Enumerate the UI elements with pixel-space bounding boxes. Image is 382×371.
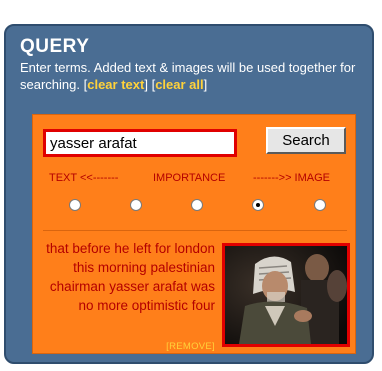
clear-text-link[interactable]: clear text <box>87 77 144 92</box>
query-panel: QUERY Enter terms. Added text & images w… <box>4 24 374 364</box>
clear-all-link[interactable]: clear all <box>155 77 203 92</box>
importance-radio-3[interactable] <box>191 199 203 211</box>
importance-radio-2[interactable] <box>130 199 142 211</box>
search-button[interactable]: Search <box>266 127 346 154</box>
divider <box>43 230 347 231</box>
remove-link[interactable]: [REMOVE] <box>145 341 215 352</box>
importance-scale-labels: TEXT <<------- IMPORTANCE ------->> IMAG… <box>33 172 357 186</box>
bracket-close: ] <box>203 77 208 92</box>
importance-radio-1[interactable] <box>69 199 81 211</box>
importance-radio-5[interactable] <box>314 199 326 211</box>
importance-label: IMPORTANCE <box>153 172 226 184</box>
query-box: Search TEXT <<------- IMPORTANCE -------… <box>32 114 356 354</box>
news-video-frame-icon <box>225 246 347 344</box>
query-description: Enter terms. Added text & images will be… <box>20 59 370 93</box>
query-title: QUERY <box>20 36 90 57</box>
result-image[interactable] <box>222 243 350 347</box>
text-end-label: TEXT <<------- <box>49 172 119 184</box>
bracket-close: ] <box>144 77 148 92</box>
search-input[interactable] <box>43 129 237 157</box>
result-text-snippet: that before he left for london this morn… <box>46 241 215 313</box>
image-end-label: ------->> IMAGE <box>253 172 330 184</box>
importance-radio-4[interactable] <box>252 199 264 211</box>
